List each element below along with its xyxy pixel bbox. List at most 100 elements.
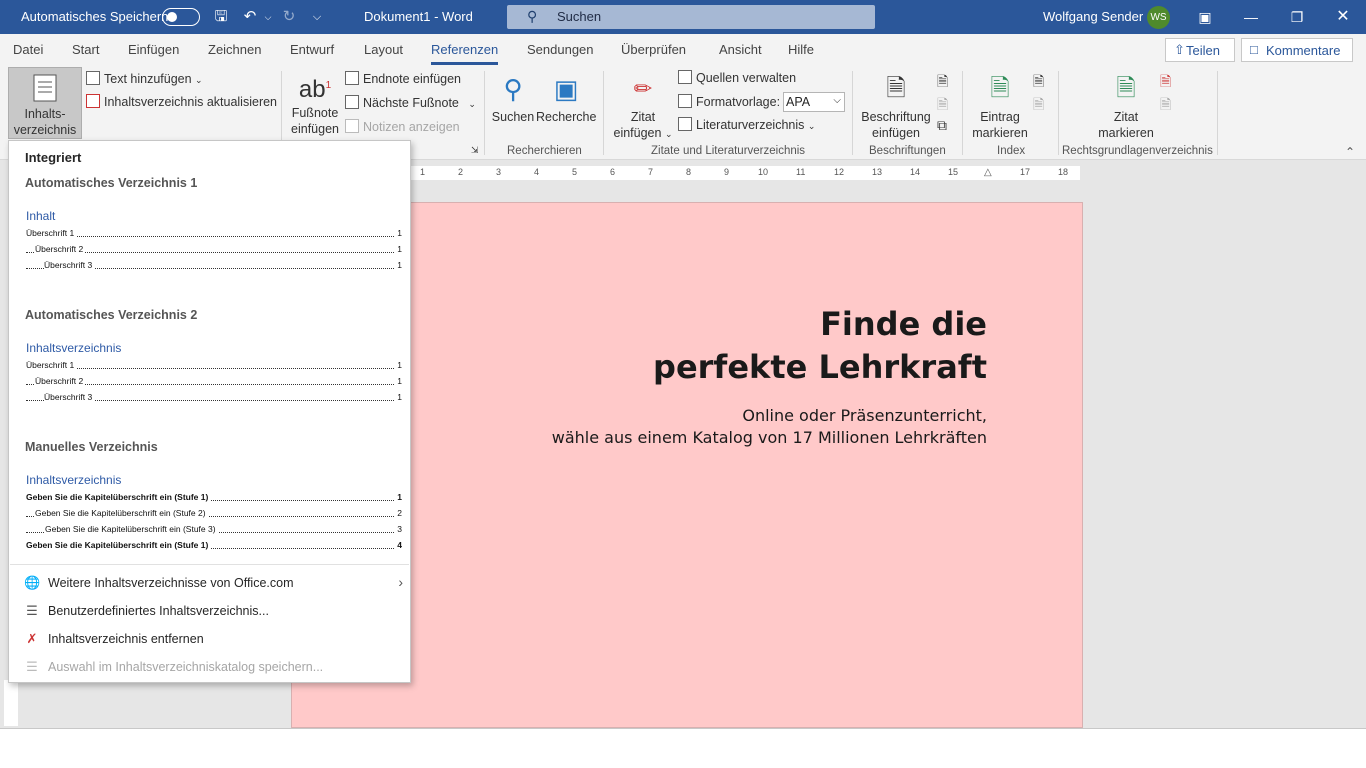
toc-line-page: 1	[395, 376, 402, 386]
update-index-icon[interactable]: 🗎	[1033, 94, 1044, 118]
tab-hilfe[interactable]: Hilfe	[788, 42, 814, 57]
toc-line-text: Überschrift 2	[35, 244, 86, 254]
menu-tabs: Datei Start Einfügen Zeichnen Entwurf La…	[0, 34, 1366, 67]
style-value: APA	[786, 95, 811, 109]
toc-line-text: Geben Sie die Kapitelüberschrift ein (St…	[26, 540, 211, 550]
subheadline-line-1: Online oder Präsenzunterricht,	[742, 406, 987, 425]
remove-toc-item[interactable]: ✗ Inhaltsverzeichnis entfernen	[10, 625, 411, 653]
update-authorities-table-icon[interactable]: 🗎	[1160, 94, 1171, 118]
bibliography-icon	[678, 117, 692, 131]
tab-einfuegen[interactable]: Einfügen	[128, 42, 179, 57]
comments-button[interactable]: □ Kommentare	[1241, 38, 1353, 62]
autosave-toggle[interactable]	[162, 8, 200, 26]
search-box[interactable]: ⚲ Suchen	[507, 5, 875, 29]
magnifier-icon: ⚲	[503, 74, 523, 104]
tab-ansicht[interactable]: Ansicht	[719, 42, 762, 57]
redo-icon[interactable]: ↻	[279, 7, 299, 27]
cross-reference-icon[interactable]: ⧉	[937, 117, 947, 134]
toc-label-1: Inhalts-	[24, 107, 66, 121]
ruler-mark: 17	[1020, 167, 1031, 177]
book-icon: ▣	[553, 74, 579, 104]
group-label-index: Index	[997, 145, 1026, 157]
mark-entry-button[interactable]: 🗎 Eintrag markieren	[970, 71, 1030, 141]
toc-line-text: Überschrift 3	[44, 392, 95, 402]
customize-toolbar-icon[interactable]: ⌵	[307, 7, 327, 27]
tab-referenzen[interactable]: Referenzen	[431, 42, 499, 65]
style-icon	[678, 94, 692, 108]
bibliography-button[interactable]: Literaturverzeichnis ⌄	[678, 117, 815, 132]
tab-entwurf[interactable]: Entwurf	[290, 42, 334, 57]
tab-sendungen[interactable]: Sendungen	[527, 42, 594, 57]
update-toc-button[interactable]: Inhaltsverzeichnis aktualisieren	[86, 94, 277, 109]
user-name[interactable]: Wolfgang Sender	[1043, 9, 1143, 24]
style-select[interactable]: APA ⌵	[783, 92, 845, 112]
horizontal-ruler[interactable]: 1 2 3 4 5 6 7 8 9 10 11 12 13 14 15 △ 17…	[410, 166, 1080, 180]
tab-layout[interactable]: Layout	[364, 42, 403, 57]
restore-icon[interactable]: ❐	[1274, 0, 1320, 34]
citation-label-2: einfügen	[613, 126, 662, 140]
share-icon: ⇧	[1174, 42, 1185, 57]
dialog-launcher-icon[interactable]: ⇲	[471, 145, 479, 156]
ribbon-display-options-icon[interactable]: ▣	[1182, 0, 1228, 34]
insert-index-icon[interactable]: 🗎	[1033, 71, 1044, 95]
separator	[1217, 71, 1218, 155]
custom-toc-item[interactable]: ☰ Benutzerdefiniertes Inhaltsverzeichnis…	[10, 597, 411, 625]
manage-sources-button[interactable]: Quellen verwalten	[678, 70, 796, 85]
minimize-icon[interactable]: —	[1228, 0, 1274, 34]
toc-line-page: 1	[395, 492, 402, 502]
insert-caption-button[interactable]: 🗎 Beschriftung einfügen	[860, 71, 932, 141]
tab-zeichnen[interactable]: Zeichnen	[208, 42, 261, 57]
toc-option-auto-1[interactable]: Inhalt Überschrift 1 1 Überschrift 2 1 Übe…	[26, 209, 402, 273]
toc-dropdown: Integriert Automatisches Verzeichnis 1 I…	[8, 140, 411, 683]
undo-icon[interactable]: ↶	[240, 7, 260, 27]
toc-icon	[33, 74, 57, 102]
next-footnote-button[interactable]: Nächste Fußnote ⌄	[345, 95, 476, 110]
bibliography-label: Literaturverzeichnis	[696, 118, 805, 132]
share-button[interactable]: ⇧ Teilen	[1165, 38, 1235, 62]
tab-ueberpruefen[interactable]: Überprüfen	[621, 42, 686, 57]
researcher-button[interactable]: ▣ Recherche	[536, 71, 596, 125]
show-notes-button[interactable]: Notizen anzeigen	[345, 119, 460, 134]
toc-button[interactable]: Inhalts- verzeichnis ⌄	[8, 67, 82, 152]
group-label-research: Recherchieren	[507, 145, 582, 157]
separator	[852, 71, 853, 155]
close-icon[interactable]: ✕	[1320, 0, 1366, 34]
update-table-icon[interactable]: 🗎	[937, 94, 948, 118]
search-research-button[interactable]: ⚲ Suchen	[490, 71, 536, 125]
more-toc-office-item[interactable]: 🌐 Weitere Inhaltsverzeichnisse von Offic…	[10, 569, 411, 597]
ruler-mark: 10	[758, 167, 769, 177]
save-icon[interactable]: 🖫	[211, 7, 231, 27]
manage-sources-label: Quellen verwalten	[696, 71, 797, 85]
footnote-label-1: Fußnote	[291, 106, 339, 120]
toc-line-text: Überschrift 2	[35, 376, 86, 386]
save-selection-item[interactable]: ☰ Auswahl im Inhaltsverzeichniskatalog s…	[10, 653, 411, 681]
separator	[962, 71, 963, 155]
mark-citation-label-2: markieren	[1098, 126, 1154, 140]
tab-start[interactable]: Start	[72, 42, 99, 57]
vertical-ruler[interactable]	[4, 680, 18, 726]
toc-option-manual[interactable]: Inhaltsverzeichnis Geben Sie die Kapitel…	[26, 473, 402, 559]
insert-table-of-figures-icon[interactable]: 🗎	[937, 71, 948, 95]
insert-endnote-button[interactable]: Endnote einfügen	[345, 71, 461, 86]
indent-marker-icon[interactable]: △	[984, 167, 992, 178]
ruler-mark: 11	[796, 167, 806, 177]
endnote-label: Endnote einfügen	[363, 72, 462, 86]
insert-citation-button[interactable]: ✏ Zitat einfügen ⌄	[612, 71, 674, 142]
toc-line-text: Überschrift 3	[44, 260, 95, 270]
update-toc-label: Inhaltsverzeichnis aktualisieren	[104, 95, 278, 109]
avatar[interactable]: WS	[1147, 6, 1170, 29]
add-text-icon	[86, 71, 100, 85]
insert-authorities-table-icon[interactable]: 🗎	[1160, 71, 1171, 95]
add-text-button[interactable]: Text hinzufügen ⌄	[86, 71, 203, 86]
mark-citation-icon: 🗎	[1116, 75, 1136, 102]
insert-footnote-button[interactable]: ab1 Fußnote einfügen	[288, 71, 342, 137]
toc-option-auto-2[interactable]: Inhaltsverzeichnis Überschrift 1 1 Übersc…	[26, 341, 402, 405]
chevron-down-icon: ⌵	[833, 95, 841, 106]
remove-toc-label: Inhaltsverzeichnis entfernen	[48, 632, 204, 646]
collapse-ribbon-icon[interactable]: ⌃	[1345, 145, 1355, 159]
tab-datei[interactable]: Datei	[13, 42, 43, 57]
undo-dropdown-icon[interactable]: ⌵	[258, 7, 278, 27]
ruler-mark: 15	[948, 167, 959, 177]
mark-citation-button[interactable]: 🗎 Zitat markieren	[1096, 71, 1156, 141]
chevron-down-icon: ⌄	[664, 129, 673, 139]
